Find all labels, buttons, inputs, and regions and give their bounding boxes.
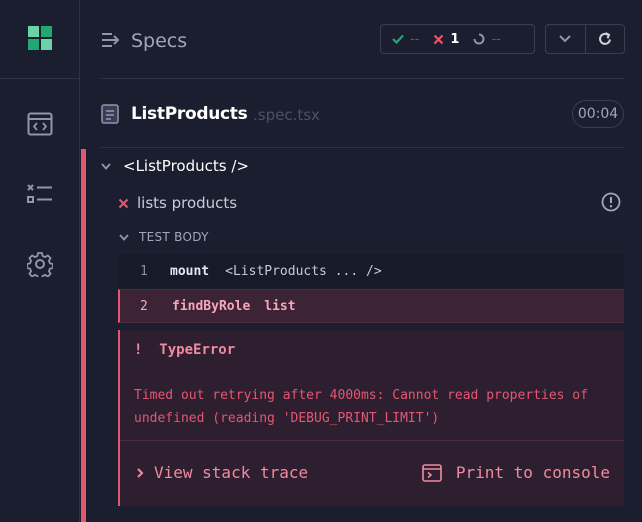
error-title: ! TypeError — [134, 342, 235, 358]
file-icon — [101, 104, 119, 128]
sidebar-divider — [0, 78, 80, 79]
main-panel: Specs -- 1 -- ListProducts .spec.tsx 00:… — [81, 0, 642, 522]
test-label: lists products — [137, 194, 238, 212]
chevron-right-icon — [137, 467, 144, 478]
sidebar — [0, 0, 80, 522]
failed-count: 1 — [433, 32, 459, 47]
chevron-down-icon — [101, 162, 111, 170]
error-marker: ! — [134, 342, 143, 358]
check-icon — [392, 34, 404, 44]
suite-row[interactable]: <ListProducts /> — [101, 157, 249, 175]
command-arg: list — [264, 298, 296, 314]
spec-extension: .spec.tsx — [253, 106, 320, 124]
failure-indicator — [81, 149, 86, 522]
command-name: mount — [170, 263, 210, 279]
x-icon — [434, 34, 444, 44]
error-panel: ! TypeError Timed out retrying after 400… — [118, 330, 624, 506]
specs-header: Specs -- 1 -- — [101, 0, 625, 79]
test-body-header[interactable]: TEST BODY — [119, 230, 209, 244]
error-message: Timed out retrying after 4000ms: Cannot … — [134, 388, 588, 426]
command-arg: <ListProducts ... /> — [225, 263, 382, 279]
view-stack-trace-button[interactable]: View stack trace — [136, 463, 308, 482]
terminal-icon — [422, 463, 442, 482]
alert-circle-icon[interactable] — [601, 192, 621, 216]
error-type: TypeError — [159, 342, 236, 358]
specs-title[interactable]: Specs — [131, 30, 187, 52]
cypress-logo[interactable] — [28, 26, 52, 50]
collapse-specs-icon[interactable] — [101, 31, 121, 53]
command-number: 1 — [140, 263, 148, 279]
fail-x-icon — [118, 198, 129, 208]
suite-label: <ListProducts /> — [123, 157, 249, 175]
command-row[interactable]: 1 mount <ListProducts ... /> — [118, 254, 624, 288]
code-window-icon[interactable] — [24, 108, 56, 140]
command-number: 2 — [140, 298, 148, 314]
pending-count: -- — [473, 32, 501, 47]
test-row[interactable]: lists products — [118, 194, 237, 212]
runner-controls — [545, 24, 625, 54]
test-body-label: TEST BODY — [139, 230, 209, 244]
rerun-icon[interactable] — [584, 25, 625, 53]
duration-badge: 00:04 — [572, 100, 624, 128]
spec-header: ListProducts .spec.tsx 00:04 — [101, 80, 624, 148]
command-name: findByRole — [172, 298, 251, 314]
error-divider — [120, 440, 624, 441]
print-to-console-button[interactable]: Print to console — [422, 463, 610, 482]
run-stats: -- 1 -- — [380, 24, 535, 54]
spinner-icon — [473, 33, 485, 45]
checklist-icon[interactable] — [24, 178, 56, 210]
chevron-down-icon — [119, 233, 129, 241]
spec-name[interactable]: ListProducts — [131, 104, 248, 124]
chevron-down-icon[interactable] — [546, 25, 585, 53]
command-row-failed[interactable]: 2 findByRole list — [118, 289, 624, 323]
gear-icon[interactable] — [24, 248, 56, 280]
passed-count: -- — [392, 32, 419, 47]
